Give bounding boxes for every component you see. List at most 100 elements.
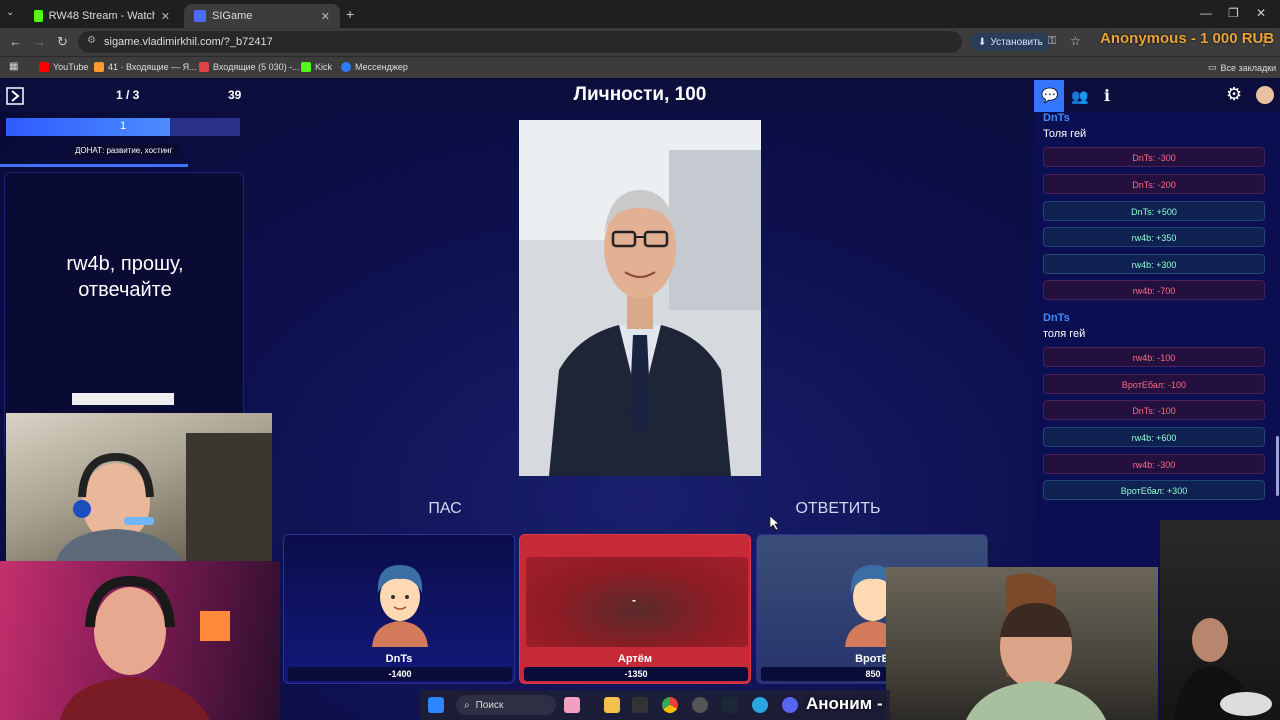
tab-stream[interactable]: RW48 Stream - Watch Live on ✕	[24, 4, 180, 28]
exit-icon[interactable]	[6, 87, 24, 105]
tab-search-icon[interactable]: ⌄	[6, 7, 14, 18]
app-icon[interactable]	[632, 697, 648, 713]
player-score: -1400	[288, 667, 512, 681]
player-name: Артём	[617, 653, 653, 665]
player-name: DnTs	[385, 653, 413, 665]
score-log-item: ВротЕбал: -100	[1043, 374, 1265, 394]
player-card[interactable]: DnTs -1400	[283, 534, 515, 684]
info-icon[interactable]: i	[1104, 86, 1110, 105]
steam-icon[interactable]	[722, 697, 738, 713]
pass-button[interactable]: ПАС	[400, 500, 490, 518]
bookmark-star-icon[interactable]: ☆	[1070, 34, 1081, 48]
score-log-item: rw4b: +300	[1043, 254, 1265, 274]
overlay-caption: Аноним -	[806, 694, 883, 713]
bookmark-label: Kick	[315, 62, 333, 72]
url-input[interactable]: ⚙ sigame.vladimirkhil.com/?_b72417	[78, 31, 962, 53]
windows-start-icon[interactable]	[428, 697, 444, 713]
mail-icon	[94, 62, 104, 72]
bookmark-label: YouTube	[53, 62, 89, 72]
avatar[interactable]	[1256, 86, 1274, 104]
search-icon: ⌕	[464, 699, 470, 711]
bookmark-messenger[interactable]: Мессенджер	[341, 62, 408, 72]
webcam-overlay	[0, 561, 280, 720]
chat-message: Толя гей	[1043, 128, 1087, 140]
webcam-person	[60, 575, 230, 720]
timer-value: 39	[228, 88, 242, 102]
close-icon[interactable]: ✕	[161, 10, 170, 23]
chat-author: DnTs	[1043, 312, 1070, 324]
discord-icon[interactable]	[782, 697, 798, 713]
telegram-icon[interactable]	[752, 697, 768, 713]
bookmark-mail[interactable]: 41 · Входящие — Я...	[94, 62, 197, 72]
chrome-icon[interactable]	[662, 697, 678, 713]
player-hidden-label: -	[632, 593, 636, 607]
score-log-item: DnTs: -100	[1043, 400, 1265, 420]
password-key-icon[interactable]: ⚿	[1048, 35, 1056, 48]
donation-overlay: Anonymous - 1 000 RUB	[1100, 30, 1275, 47]
progress-value: 1	[119, 120, 127, 132]
close-window-icon[interactable]: ✕	[1256, 6, 1266, 20]
browser-tab-bar: ⌄ RW48 Stream - Watch Live on ✕ SIGame ✕…	[0, 0, 1280, 28]
bookmark-label: 41 · Входящие — Я...	[108, 62, 197, 72]
webcam-overlay	[1160, 520, 1280, 720]
forward-icon[interactable]: →	[33, 34, 46, 49]
chat-tab[interactable]: 💬	[1034, 80, 1064, 112]
reload-icon[interactable]: ↻	[57, 34, 68, 50]
bookmark-label: Все закладки	[1220, 62, 1277, 73]
maximize-icon[interactable]: ❐	[1228, 6, 1239, 20]
score-log-item: DnTs: -200	[1043, 174, 1265, 194]
folder-icon: ▭	[1208, 62, 1217, 72]
score-log-item: DnTs: +500	[1043, 201, 1265, 221]
question-photo	[519, 120, 761, 476]
close-icon[interactable]: ✕	[321, 10, 330, 23]
chat-scrollbar[interactable]	[1276, 436, 1279, 496]
tab-title: RW48 Stream - Watch Live on	[48, 10, 155, 22]
player-card-active[interactable]: - Артём -1350	[519, 534, 751, 684]
panel-tabs: 💬 👥 i ⚙	[1034, 80, 1280, 112]
minimize-icon[interactable]: —	[1200, 6, 1212, 20]
messenger-icon	[341, 62, 351, 72]
install-icon: ⬇	[978, 36, 987, 48]
folder-icon[interactable]	[604, 697, 620, 713]
score-log-item: rw4b: +600	[1043, 427, 1265, 447]
back-icon[interactable]: ←	[9, 34, 22, 49]
score-log-item: rw4b: -300	[1043, 454, 1265, 474]
game-top-strip: 1 / 3 39 Личности, 100	[0, 80, 1034, 112]
status-message: rw4b, прошу, отвечайте	[66, 253, 184, 301]
webcam-person	[56, 433, 272, 561]
taskbar-search[interactable]: ⌕ Поиск	[456, 695, 556, 715]
gear-icon[interactable]: ⚙	[1226, 84, 1242, 105]
webcam-person	[966, 573, 1106, 720]
tab-sigame[interactable]: SIGame ✕	[184, 4, 340, 28]
widget-icon[interactable]	[564, 697, 580, 713]
sigame-icon	[194, 10, 206, 22]
webcam-overlay	[886, 567, 1158, 720]
progress-bar: 1	[6, 118, 240, 136]
bookmark-kick[interactable]: Kick	[301, 62, 332, 72]
score-log-item: rw4b: -100	[1043, 347, 1265, 367]
tab-title: SIGame	[212, 10, 253, 22]
app-icon[interactable]	[692, 697, 708, 713]
answer-button[interactable]: ОТВЕТИТЬ	[780, 500, 896, 518]
site-info-icon[interactable]: ⚙	[87, 35, 96, 46]
bookmark-inbox[interactable]: Входящие (5 030) -...	[199, 62, 300, 72]
all-bookmarks[interactable]: ▭ Все закладки	[1208, 62, 1276, 73]
bookmark-youtube[interactable]: YouTube	[39, 62, 88, 72]
new-tab-button[interactable]: +	[346, 6, 354, 22]
chat-author: DnTs	[1043, 112, 1070, 124]
question-title: Личности, 100	[573, 84, 707, 105]
players-icon[interactable]: 👥	[1071, 88, 1088, 105]
youtube-icon	[39, 62, 49, 72]
install-label: Установить	[990, 36, 1043, 48]
gmail-icon	[199, 62, 209, 72]
mouse-cursor-icon	[770, 516, 780, 530]
apps-icon[interactable]: ▦	[9, 61, 18, 72]
url-text: sigame.vladimirkhil.com/?_b72417	[104, 36, 273, 48]
donate-note[interactable]: ДОНАТ: развитие, хостинг	[70, 144, 178, 157]
address-bar-row: ← → ↻ ⚙ sigame.vladimirkhil.com/?_b72417…	[0, 28, 1280, 56]
chat-message: толя гей	[1043, 328, 1086, 340]
donate-progress	[0, 164, 188, 167]
webcam-person	[1174, 618, 1272, 720]
score-log-item: ВротЕбал: +300	[1043, 480, 1265, 500]
install-button[interactable]: ⬇ Установить	[970, 33, 1051, 51]
